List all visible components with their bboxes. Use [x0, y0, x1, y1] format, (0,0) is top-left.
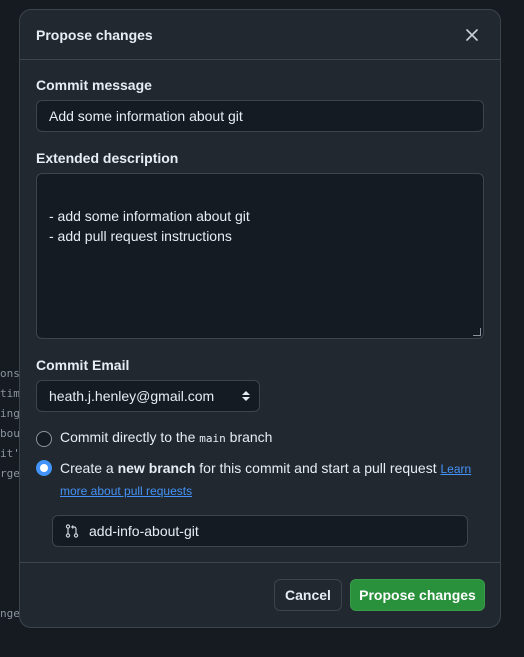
propose-changes-dialog: Propose changes Commit message Add some …	[19, 9, 501, 628]
dialog-body: Commit message Add some information abou…	[20, 60, 500, 564]
branch-name-input[interactable]: add-info-about-git	[52, 515, 468, 547]
commit-message-label: Commit message	[36, 77, 152, 93]
background-code-line: it'	[0, 447, 20, 460]
new-branch-suffix: for this commit and start a pull request	[195, 460, 441, 476]
commit-direct-suffix: branch	[225, 429, 273, 445]
commit-direct-prefix: Commit directly to the	[60, 429, 200, 445]
commit-message-input[interactable]: Add some information about git	[36, 100, 484, 132]
new-branch-radio[interactable]	[36, 460, 52, 476]
background-code-line: rge	[0, 467, 20, 480]
dialog-title: Propose changes	[36, 26, 153, 43]
close-button[interactable]	[460, 23, 484, 47]
dialog-footer: Cancel Propose changes	[20, 562, 500, 627]
commit-direct-radio[interactable]	[36, 431, 52, 447]
background-code-line: ing	[0, 407, 20, 420]
new-branch-bold: new branch	[117, 460, 196, 476]
extended-description-label: Extended description	[36, 150, 179, 166]
commit-email-label: Commit Email	[36, 357, 130, 373]
commit-direct-label: Commit directly to the main branch	[60, 429, 272, 447]
resize-handle[interactable]	[473, 328, 481, 336]
git-pull-request-icon	[65, 524, 79, 538]
main-branch-name: main	[199, 432, 226, 445]
close-icon	[466, 28, 478, 41]
commit-direct-option[interactable]: Commit directly to the main branch	[36, 429, 272, 447]
branch-name-value: add-info-about-git	[89, 523, 199, 539]
commit-email-select[interactable]: heath.j.henley@gmail.com	[36, 380, 260, 412]
cancel-button[interactable]: Cancel	[274, 579, 342, 611]
background-code-line: ons	[0, 367, 20, 380]
new-branch-label: Create a new branch for this commit and …	[60, 458, 476, 502]
extended-description-textarea[interactable]: - add some information about git - add p…	[36, 173, 484, 339]
select-arrows-icon	[242, 391, 250, 401]
new-branch-prefix: Create a	[60, 460, 118, 476]
extended-description-text: - add some information about git - add p…	[49, 208, 250, 244]
dialog-header: Propose changes	[20, 10, 500, 60]
propose-changes-button[interactable]: Propose changes	[350, 579, 485, 611]
commit-email-value: heath.j.henley@gmail.com	[49, 388, 215, 404]
new-branch-option[interactable]: Create a new branch for this commit and …	[36, 458, 476, 502]
